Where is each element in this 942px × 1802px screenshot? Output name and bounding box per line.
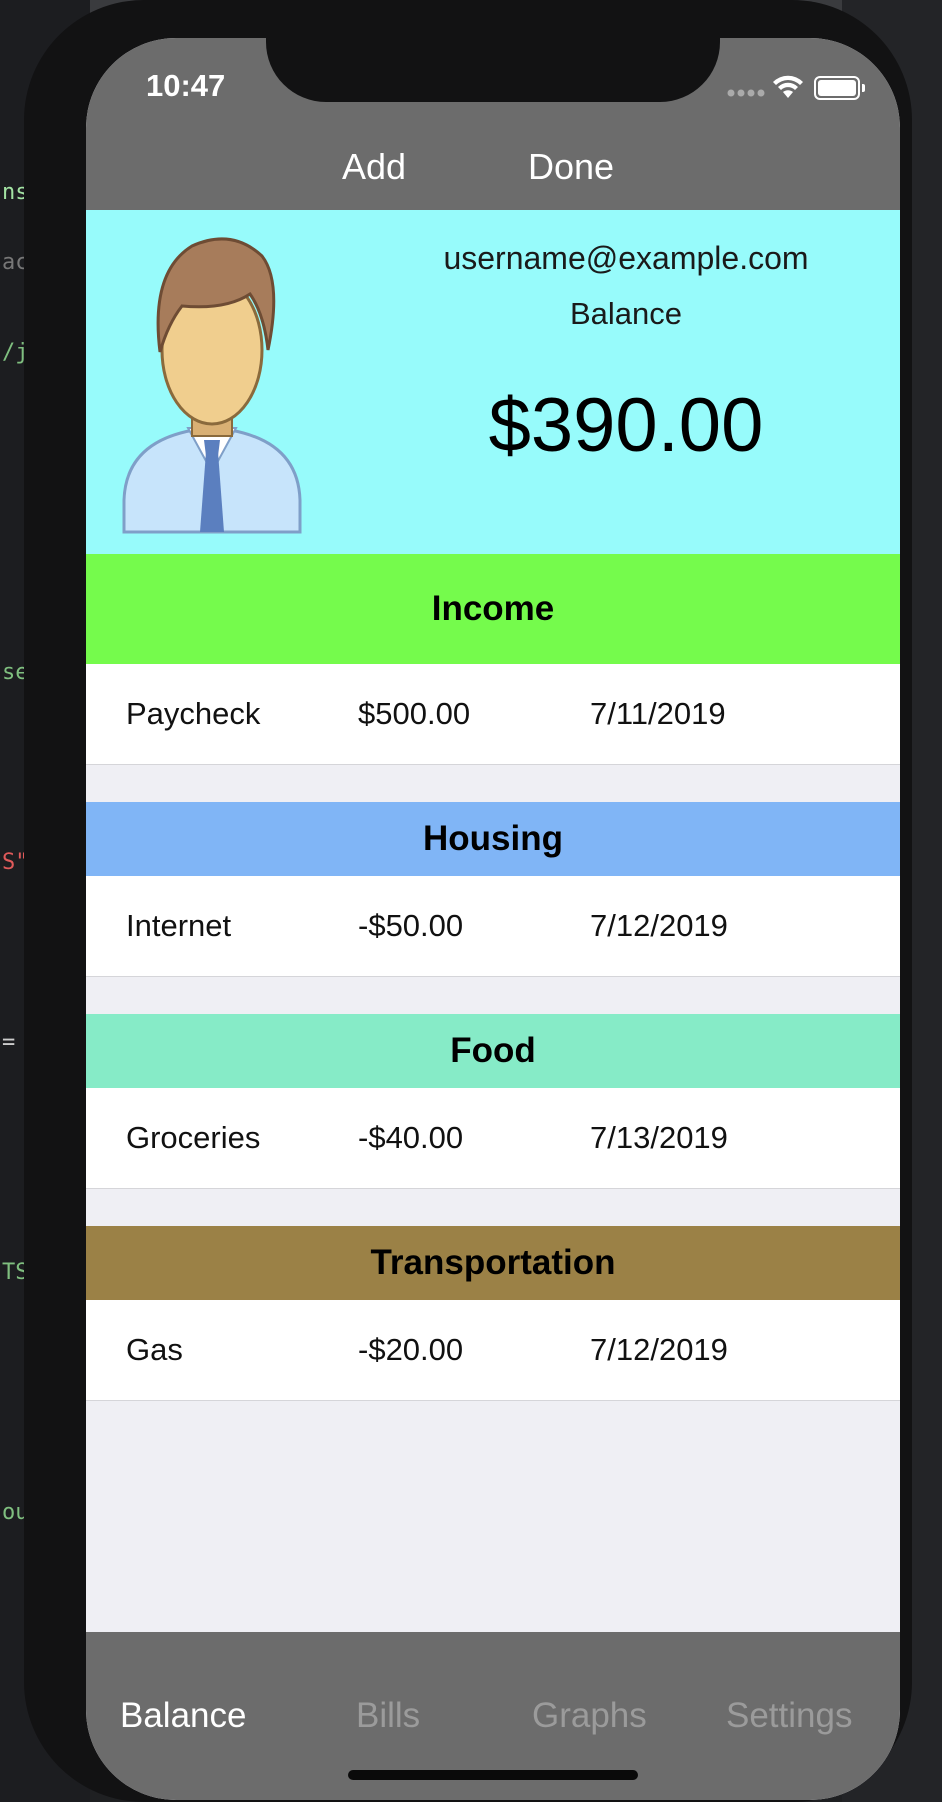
balance-amount: $390.00 <box>488 383 764 468</box>
row-date: 7/12/2019 <box>590 1332 728 1367</box>
table-row[interactable]: Internet -$50.00 7/12/2019 <box>86 876 900 977</box>
tab-balance[interactable]: Balance <box>120 1696 246 1736</box>
section-header-housing: Housing <box>86 802 900 876</box>
balance-label: Balance <box>569 296 683 331</box>
device-notch <box>266 38 720 102</box>
row-amount: -$50.00 <box>358 908 464 943</box>
cellular-signal-icon <box>727 89 765 97</box>
tab-graphs[interactable]: Graphs <box>532 1696 647 1736</box>
row-date: 7/12/2019 <box>590 908 728 943</box>
user-email: username@example.com <box>443 240 809 276</box>
table-row[interactable]: Gas -$20.00 7/12/2019 <box>86 1300 900 1401</box>
profile-header: username@example.com Balance $390.00 <box>86 210 900 554</box>
done-button[interactable]: Done <box>528 146 614 188</box>
table-row[interactable]: Paycheck $500.00 7/11/2019 <box>86 664 900 765</box>
tab-settings[interactable]: Settings <box>726 1696 852 1736</box>
row-amount: $500.00 <box>358 696 471 731</box>
add-button[interactable]: Add <box>342 146 406 188</box>
home-indicator[interactable] <box>348 1770 638 1780</box>
wifi-icon <box>773 75 803 98</box>
user-avatar-icon <box>122 237 302 534</box>
battery-icon <box>814 76 865 100</box>
device-frame: Add Done 10:47 username@example.com Bala… <box>24 0 912 1802</box>
table-row[interactable]: Groceries -$40.00 7/13/2019 <box>86 1088 900 1189</box>
row-date: 7/11/2019 <box>590 696 726 731</box>
row-name: Paycheck <box>126 696 261 731</box>
device-screen: Add Done 10:47 username@example.com Bala… <box>86 38 900 1800</box>
row-name: Gas <box>126 1332 183 1367</box>
tab-bills[interactable]: Bills <box>356 1696 420 1736</box>
row-amount: -$40.00 <box>358 1120 464 1155</box>
row-date: 7/13/2019 <box>590 1120 728 1155</box>
row-name: Internet <box>126 908 232 943</box>
row-name: Groceries <box>126 1120 261 1155</box>
section-header-income: Income <box>86 554 900 664</box>
section-header-food: Food <box>86 1014 900 1088</box>
row-amount: -$20.00 <box>358 1332 464 1367</box>
section-header-transportation: Transportation <box>86 1226 900 1300</box>
status-time: 10:47 <box>146 68 226 103</box>
